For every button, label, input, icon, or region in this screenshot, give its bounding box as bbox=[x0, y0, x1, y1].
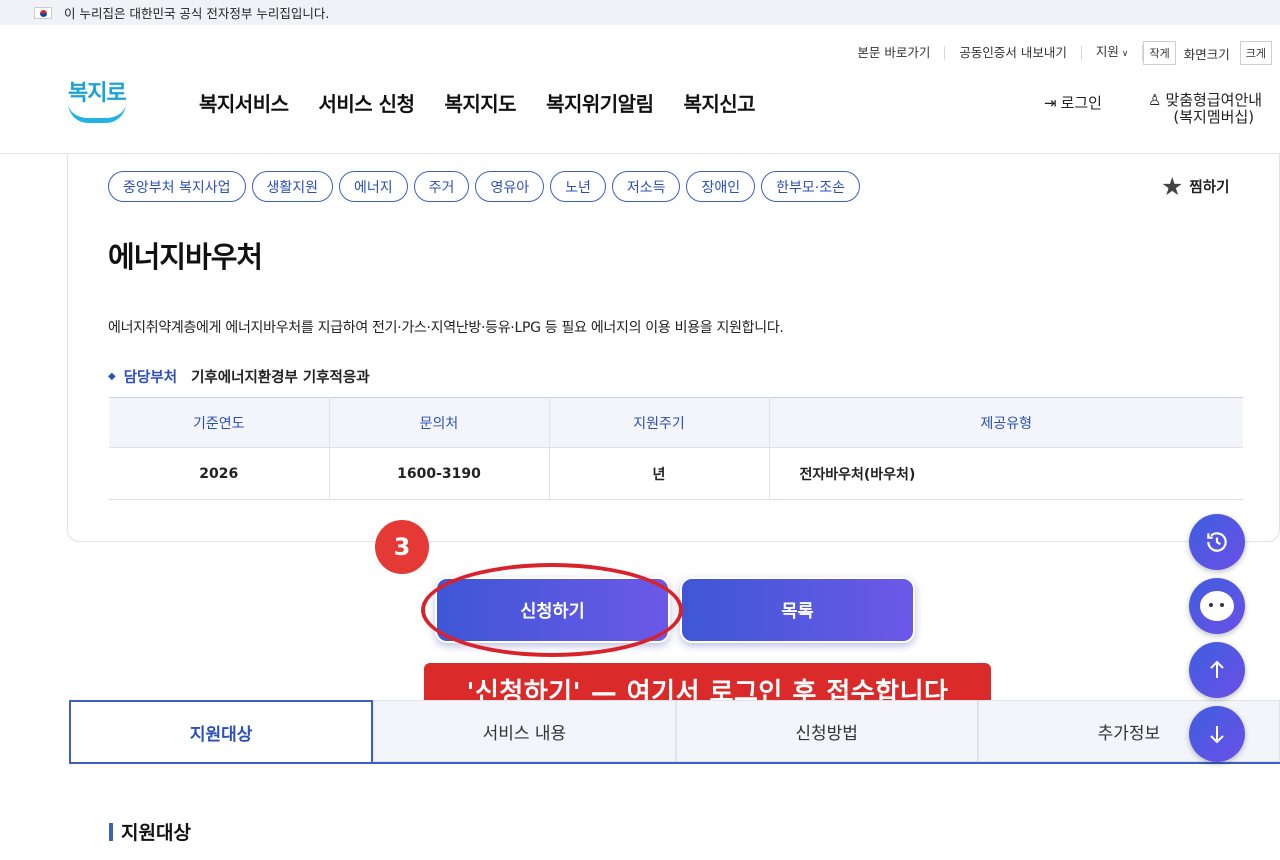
bullet-icon: ◆ bbox=[108, 371, 116, 382]
skip-to-content-link[interactable]: 본문 바로가기 bbox=[843, 46, 946, 60]
detail-tabs: 지원대상 서비스 내용 신청방법 추가정보 bbox=[69, 700, 1280, 764]
tag-low-income[interactable]: 저소득 bbox=[611, 171, 681, 202]
department-row: ◆ 담당부처 기후에너지환경부 기후적응과 bbox=[108, 366, 370, 387]
cell-cycle: 년 bbox=[549, 447, 770, 500]
history-icon bbox=[1207, 532, 1227, 552]
section-heading-text: 지원대상 bbox=[121, 822, 191, 844]
user-plus-icon: ♙ bbox=[1148, 91, 1162, 109]
screen-size-label: 화면크기 bbox=[1183, 46, 1230, 62]
chevron-down-icon: ∨ bbox=[1121, 49, 1129, 59]
section-heading: 지원대상 bbox=[109, 818, 191, 845]
table-row: 2026 1600-3190 년 전자바우처(바우처) bbox=[109, 447, 1243, 500]
cell-contact: 1600-3190 bbox=[329, 447, 550, 500]
tag-infants[interactable]: 영유아 bbox=[475, 171, 545, 202]
header-cycle: 지원주기 bbox=[549, 397, 770, 448]
support-menu[interactable]: 지원 ∨ bbox=[1082, 45, 1144, 61]
site-header: 본문 바로가기 공동인증서 내보내기 지원 ∨ 작게 화면크기 크게 복지로 복지… bbox=[0, 25, 1280, 154]
font-small-button[interactable]: 작게 bbox=[1143, 41, 1176, 65]
font-large-button[interactable]: 크게 bbox=[1239, 41, 1272, 65]
header-base-year: 기준연도 bbox=[109, 397, 330, 448]
scroll-bottom-button[interactable] bbox=[1189, 706, 1245, 762]
arrow-down-icon bbox=[1210, 726, 1224, 744]
nav-welfare-map[interactable]: 복지지도 bbox=[444, 88, 516, 117]
wish-button[interactable]: ★ 찜하기 bbox=[1161, 174, 1229, 199]
tag-housing[interactable]: 주거 bbox=[413, 171, 470, 202]
service-description: 에너지취약계층에게 에너지바우처를 지급하여 전기·가스·지역난방·등유·LPG… bbox=[108, 320, 784, 336]
login-label: 로그인 bbox=[1060, 94, 1102, 112]
list-button[interactable]: 목록 bbox=[680, 577, 915, 643]
department-label: 담당부처 bbox=[123, 370, 178, 386]
header-contact: 문의처 bbox=[329, 397, 550, 448]
tag-living-support[interactable]: 생활지원 bbox=[251, 171, 334, 202]
service-detail-card: 중앙부처 복지사업 생활지원 에너지 주거 영유아 노년 저소득 장애인 한부모… bbox=[67, 154, 1280, 542]
tag-single-parent[interactable]: 한부모·조손 bbox=[761, 171, 860, 202]
chatbot-button[interactable] bbox=[1189, 578, 1245, 634]
nav-service-apply[interactable]: 서비스 신청 bbox=[319, 88, 415, 117]
service-info-table: 기준연도 문의처 지원주기 제공유형 2026 1600-3190 년 전자바우… bbox=[109, 397, 1243, 500]
chatbot-icon bbox=[1200, 591, 1234, 621]
korea-flag-icon bbox=[34, 6, 52, 19]
wish-label: 찜하기 bbox=[1189, 180, 1230, 196]
tag-disabled[interactable]: 장애인 bbox=[686, 171, 756, 202]
bokjiro-logo[interactable]: 복지로 bbox=[66, 75, 130, 127]
heading-bar bbox=[109, 822, 113, 841]
tab-apply-method[interactable]: 신청방법 bbox=[675, 700, 978, 762]
cell-base-year: 2026 bbox=[109, 447, 330, 500]
tab-service-content[interactable]: 서비스 내용 bbox=[373, 700, 676, 762]
header-provision-type: 제공유형 bbox=[769, 397, 1243, 448]
nav-welfare-report[interactable]: 복지신고 bbox=[683, 88, 755, 117]
utility-bar: 본문 바로가기 공동인증서 내보내기 지원 ∨ 작게 화면크기 크게 bbox=[843, 41, 1280, 65]
category-tags: 중앙부처 복지사업 생활지원 에너지 주거 영유아 노년 저소득 장애인 한부모… bbox=[108, 171, 860, 202]
gov-banner: 이 누리집은 대한민국 공식 전자정부 누리집입니다. bbox=[0, 0, 1280, 25]
arrow-up-icon bbox=[1210, 660, 1224, 678]
login-icon: ⇥ bbox=[1044, 93, 1057, 112]
main-nav: 복지서비스 서비스 신청 복지지도 복지위기알림 복지신고 bbox=[199, 88, 756, 117]
cert-export-link[interactable]: 공동인증서 내보내기 bbox=[945, 46, 1082, 60]
membership-line1: 맞춤형급여안내 bbox=[1165, 91, 1263, 109]
star-icon: ★ bbox=[1161, 172, 1184, 201]
nav-welfare-services[interactable]: 복지서비스 bbox=[199, 88, 289, 117]
nav-crisis-alert[interactable]: 복지위기알림 bbox=[546, 88, 654, 117]
logo-smile-icon bbox=[68, 103, 126, 123]
tag-central-ministry[interactable]: 중앙부처 복지사업 bbox=[108, 171, 246, 202]
tag-elderly[interactable]: 노년 bbox=[550, 171, 606, 202]
membership-line2: (복지멤버십) bbox=[1173, 108, 1255, 126]
membership-link[interactable]: ♙ 맞춤형급여안내 (복지멤버십) bbox=[1148, 92, 1262, 126]
gov-banner-text: 이 누리집은 대한민국 공식 전자정부 누리집입니다. bbox=[64, 6, 330, 21]
scroll-top-button[interactable] bbox=[1189, 642, 1245, 698]
recent-history-button[interactable] bbox=[1189, 514, 1245, 570]
support-label: 지원 bbox=[1095, 44, 1119, 59]
department-value: 기후에너지환경부 기후적응과 bbox=[191, 370, 370, 386]
login-link[interactable]: ⇥ 로그인 bbox=[1044, 92, 1102, 113]
cell-provision-type: 전자바우처(바우처) bbox=[769, 447, 1243, 500]
highlight-circle bbox=[421, 563, 683, 657]
tab-eligibility[interactable]: 지원대상 bbox=[69, 700, 374, 762]
tag-energy[interactable]: 에너지 bbox=[339, 171, 408, 202]
step-number-badge: 3 bbox=[375, 520, 429, 574]
service-title: 에너지바우처 bbox=[108, 240, 263, 274]
